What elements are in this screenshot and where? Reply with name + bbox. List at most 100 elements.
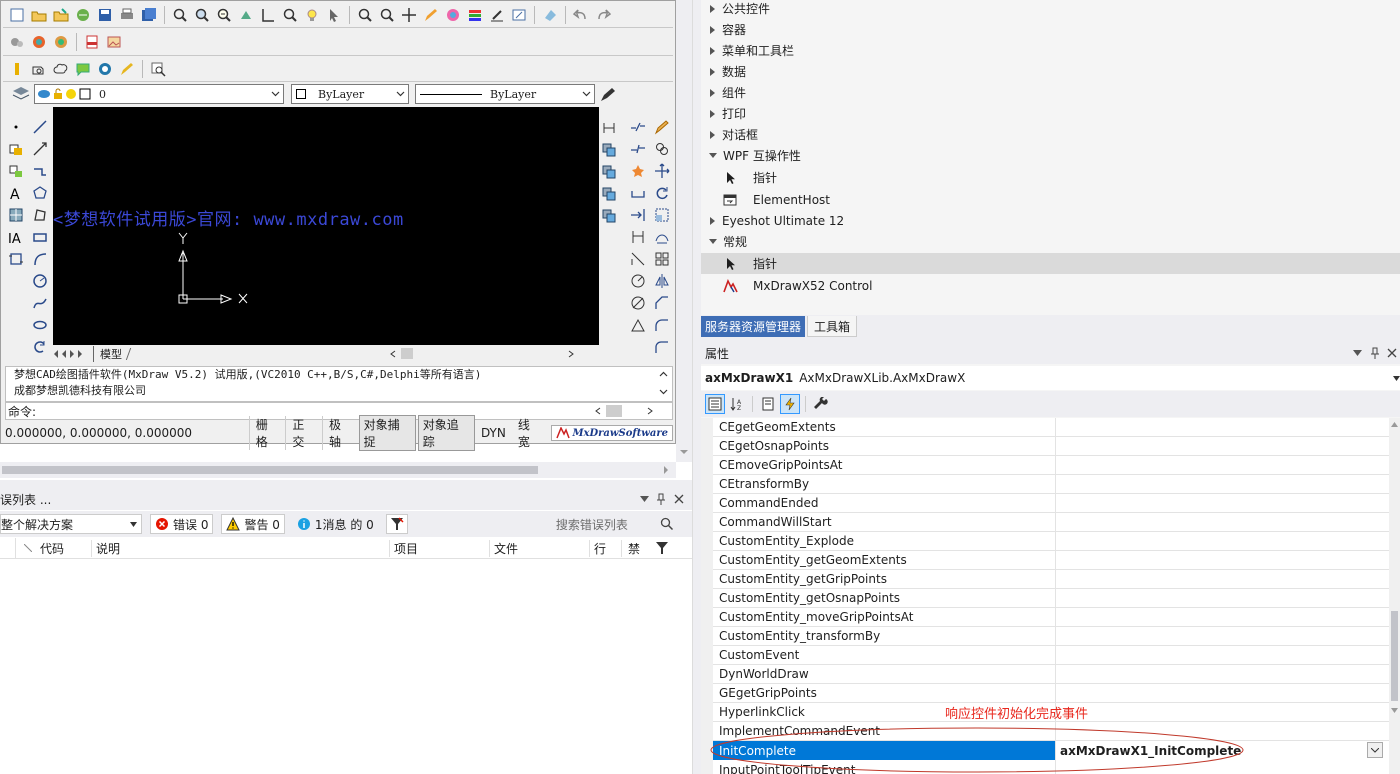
trim-icon[interactable] [627, 139, 649, 159]
break-icon[interactable] [627, 117, 649, 137]
property-grid-scrollbar[interactable] [1389, 418, 1400, 774]
open-drawing-icon[interactable] [51, 5, 71, 25]
property-pages-button[interactable] [811, 394, 831, 414]
command-scroll-arrows[interactable] [659, 370, 668, 398]
event-row[interactable]: CEgetGeomExtents [713, 418, 1389, 437]
toolbox-item-pointer-selected[interactable]: 指针 [701, 253, 1400, 274]
match-properties-icon[interactable] [598, 85, 618, 103]
rectangle-draw-icon[interactable] [29, 227, 51, 247]
eraser-tool-icon[interactable] [651, 117, 673, 137]
edit-icon[interactable] [487, 5, 507, 25]
color-icon[interactable] [443, 5, 463, 25]
find-icon[interactable] [355, 5, 375, 25]
dim-radius-icon[interactable] [627, 271, 649, 291]
event-row[interactable]: GEgetGripPoints [713, 683, 1389, 703]
region-tool-icon[interactable] [29, 205, 51, 225]
polyline-tool-icon[interactable] [29, 161, 51, 181]
status-polar-button[interactable]: 极轴 [321, 416, 359, 450]
new-file-icon[interactable] [7, 5, 27, 25]
redo-icon[interactable] [593, 5, 613, 25]
events-button[interactable] [780, 394, 800, 414]
copy-icon[interactable] [599, 139, 619, 161]
designer-hscrollbar[interactable] [0, 462, 676, 478]
pan-icon[interactable] [236, 5, 256, 25]
status-osnap-button[interactable]: 对象捕捉 [358, 415, 416, 451]
event-row[interactable]: CEgetOsnapPoints [713, 436, 1389, 456]
toolbox-group[interactable]: 对话框 [701, 124, 1400, 145]
messages-filter-button[interactable]: 1消息 的 0 [293, 514, 378, 534]
properties-view-button[interactable] [758, 394, 778, 414]
error-search-input[interactable]: 搜索错误列表 [556, 514, 676, 534]
copy-object-icon[interactable] [651, 139, 673, 159]
toolbox-group[interactable]: 数据 [701, 61, 1400, 82]
horizontal-splitter[interactable] [0, 480, 692, 488]
dim-angular-icon[interactable] [627, 249, 649, 269]
revcloud-tool-icon[interactable] [29, 337, 51, 357]
vertical-splitter[interactable] [692, 0, 701, 774]
pointer-tool-icon[interactable] [324, 5, 344, 25]
pencil-icon[interactable] [421, 5, 441, 25]
tab-toolbox[interactable]: 工具箱 [807, 316, 858, 337]
status-dyn-button[interactable]: DYN [475, 426, 512, 440]
window-icon[interactable] [509, 5, 529, 25]
alphabetical-button[interactable]: AZ [727, 394, 747, 414]
filter-build-button[interactable] [385, 514, 408, 534]
toolbox-item-elementhost[interactable]: ElementHost [701, 189, 1400, 210]
drawing-canvas[interactable]: <梦想软件试用版>官网: www.mxdraw.com Y X [53, 107, 599, 345]
globe-icon[interactable] [29, 32, 49, 52]
toolbox-group[interactable]: Eyeshot Ultimate 12 [701, 210, 1400, 231]
scale-object-icon[interactable] [651, 205, 673, 225]
layers-icon[interactable] [465, 5, 485, 25]
object-selector[interactable]: axMxDrawX1 AxMxDrawXLib.AxMxDrawX [701, 366, 1400, 390]
offset-icon[interactable] [651, 227, 673, 247]
event-row[interactable]: CustomEntity_Explode [713, 531, 1389, 551]
categorized-button[interactable] [705, 394, 725, 414]
zoom-window-icon[interactable] [170, 5, 190, 25]
text-tool-icon[interactable]: A [5, 183, 27, 203]
canvas-hscrollbar[interactable] [389, 347, 599, 360]
zoom-extents-icon[interactable] [280, 5, 300, 25]
dim-linear-icon[interactable] [599, 117, 619, 139]
dim-ordinate-icon[interactable] [627, 315, 649, 335]
col-project[interactable]: 项目 [390, 539, 490, 557]
open-url-icon[interactable] [73, 5, 93, 25]
image-icon[interactable] [104, 32, 124, 52]
col-code[interactable]: 代码 [40, 539, 92, 557]
fillet-icon[interactable] [651, 315, 673, 335]
mirror-icon[interactable] [651, 271, 673, 291]
mxdraw-control[interactable]: 0 ByLayer ByLayer A IA <梦想软件试用版>官网: www.… [0, 0, 676, 451]
toolbox-item-pointer[interactable]: 指针 [701, 167, 1400, 188]
pin-icon[interactable] [656, 493, 666, 505]
explode-icon[interactable] [627, 161, 649, 181]
dropdown-icon[interactable] [640, 496, 649, 502]
event-row[interactable]: CustomEntity_transformBy [713, 626, 1389, 646]
event-row[interactable]: CustomEntity_moveGripPointsAt [713, 607, 1389, 627]
save-icon[interactable] [95, 5, 115, 25]
event-row[interactable]: CustomEntity_getGripPoints [713, 569, 1389, 589]
warnings-filter-button[interactable]: 警告 0 [221, 514, 285, 534]
status-ortho-button[interactable]: 正交 [285, 416, 322, 450]
extend-icon[interactable] [627, 205, 649, 225]
search-icon[interactable] [377, 5, 397, 25]
undo-icon[interactable] [571, 5, 591, 25]
polygon-tool-icon[interactable] [29, 183, 51, 203]
dim-diameter-icon[interactable] [627, 293, 649, 313]
col-description[interactable]: 说明 [92, 539, 390, 557]
scope-dropdown[interactable]: 整个解决方案 [0, 514, 142, 534]
move-tool-icon[interactable] [651, 161, 673, 181]
layer-manager-icon[interactable] [11, 85, 31, 103]
event-row[interactable]: CustomEntity_getGeomExtents [713, 550, 1389, 570]
col-suppression[interactable]: 禁 [622, 540, 640, 557]
browser-icon[interactable] [51, 32, 71, 52]
pen-icon[interactable] [117, 59, 137, 79]
toolbox-group[interactable]: 打印 [701, 103, 1400, 124]
color-combo[interactable]: ByLayer [291, 84, 409, 104]
event-row[interactable]: CustomEvent [713, 645, 1389, 665]
col-line[interactable]: 行 [590, 539, 622, 557]
measure-icon[interactable] [258, 5, 278, 25]
array-icon[interactable] [651, 249, 673, 269]
toolbox-group[interactable]: 公共控件 [701, 0, 1400, 19]
move-icon[interactable] [399, 5, 419, 25]
cloud-icon[interactable] [51, 59, 71, 79]
zoom-out-icon[interactable] [214, 5, 234, 25]
